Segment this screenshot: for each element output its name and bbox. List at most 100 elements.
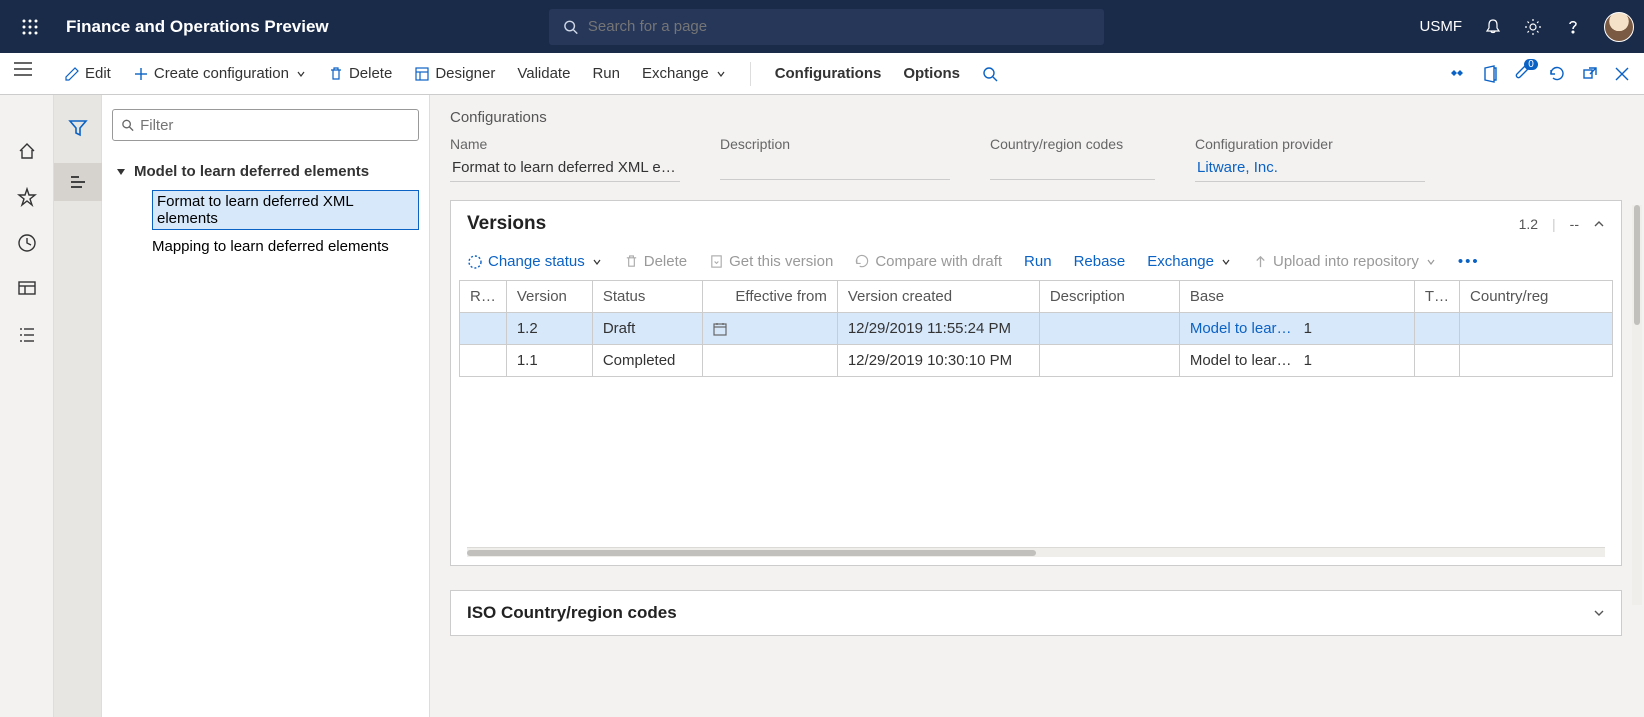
search-input[interactable] xyxy=(588,18,1090,35)
edit-button[interactable]: Edit xyxy=(60,61,115,86)
plus-icon xyxy=(133,66,149,82)
search-icon xyxy=(121,118,134,132)
tree-panel: Model to learn deferred elements Format … xyxy=(102,95,430,717)
filter-box[interactable] xyxy=(112,109,419,141)
filter-input[interactable] xyxy=(140,117,410,134)
left-nav-rail xyxy=(0,95,54,717)
run-button[interactable]: Run xyxy=(588,61,624,86)
close-icon xyxy=(1614,66,1630,82)
versions-grid: R… Version Status Effective from Version… xyxy=(459,280,1613,557)
entity-code[interactable]: USMF xyxy=(1420,18,1463,35)
run-version-label: Run xyxy=(1024,253,1052,270)
waffle-icon[interactable] xyxy=(10,18,50,36)
desc-value[interactable] xyxy=(720,156,950,180)
chevron-down-icon xyxy=(1221,257,1231,267)
compare-button: Compare with draft xyxy=(855,253,1002,270)
create-label: Create configuration xyxy=(154,65,289,82)
chevron-down-icon xyxy=(592,257,602,267)
more-tool-button[interactable]: ••• xyxy=(1458,253,1480,270)
popout-button[interactable] xyxy=(1582,66,1598,82)
action-right: 0 xyxy=(1448,65,1644,83)
delete-version-label: Delete xyxy=(644,253,687,270)
find-button[interactable] xyxy=(978,62,1002,86)
tree-root-label: Model to learn deferred elements xyxy=(134,163,369,180)
upload-icon xyxy=(1253,254,1268,269)
name-value[interactable]: Format to learn deferred XML el… xyxy=(450,156,680,182)
chevron-down-icon xyxy=(716,69,726,79)
cc-value[interactable] xyxy=(990,156,1155,180)
options-tab[interactable]: Options xyxy=(899,61,964,86)
expand-icon[interactable] xyxy=(1593,607,1605,619)
col-t[interactable]: T… xyxy=(1414,281,1459,313)
modules-icon[interactable] xyxy=(17,321,37,349)
onedrive-icon[interactable] xyxy=(1448,65,1466,83)
delete-label: Delete xyxy=(349,65,392,82)
run-version-button[interactable]: Run xyxy=(1024,253,1052,270)
list-view[interactable] xyxy=(54,163,102,201)
col-created[interactable]: Version created xyxy=(837,281,1039,313)
col-status[interactable]: Status xyxy=(592,281,702,313)
exchange-button[interactable]: Exchange xyxy=(638,61,730,86)
versions-card: Versions 1.2 | -- Change status xyxy=(450,200,1622,566)
col-description[interactable]: Description xyxy=(1039,281,1179,313)
search-icon xyxy=(563,19,578,35)
refresh-button[interactable] xyxy=(1548,65,1566,83)
home-icon[interactable] xyxy=(17,137,37,165)
versions-page-indicator: 1.2 xyxy=(1519,216,1538,232)
options-label: Options xyxy=(903,65,960,82)
close-button[interactable] xyxy=(1614,66,1630,82)
tree-child-mapping[interactable]: Mapping to learn deferred elements xyxy=(112,238,419,255)
table-row[interactable]: 1.2Draft12/29/2019 11:55:24 PMModel to l… xyxy=(460,313,1613,345)
app-title: Finance and Operations Preview xyxy=(66,17,329,37)
validate-button[interactable]: Validate xyxy=(513,61,574,86)
change-status-button[interactable]: Change status xyxy=(467,253,602,270)
table-row[interactable]: 1.1Completed12/29/2019 10:30:10 PMModel … xyxy=(460,345,1613,377)
caret-down-icon xyxy=(116,167,126,177)
grid-hscrollbar[interactable] xyxy=(467,547,1605,557)
chevron-down-icon xyxy=(1426,257,1436,267)
configurations-label: Configurations xyxy=(775,65,882,82)
iso-card: ISO Country/region codes xyxy=(450,590,1622,636)
search-icon xyxy=(982,66,998,82)
col-base[interactable]: Base xyxy=(1179,281,1414,313)
prov-value[interactable]: Litware, Inc. xyxy=(1195,156,1425,182)
col-version[interactable]: Version xyxy=(506,281,592,313)
header-right: USMF xyxy=(1420,12,1635,42)
tree-child-format[interactable]: Format to learn deferred XML elements xyxy=(112,190,419,230)
versions-title: Versions xyxy=(467,213,546,235)
edit-label: Edit xyxy=(85,65,111,82)
breadcrumb: Configurations xyxy=(450,109,1622,126)
delete-config-button[interactable]: Delete xyxy=(324,61,396,86)
attach-badge: 0 xyxy=(1524,59,1538,70)
search-bar[interactable] xyxy=(549,9,1104,45)
exchange-version-button[interactable]: Exchange xyxy=(1147,253,1231,270)
create-config-button[interactable]: Create configuration xyxy=(129,61,310,86)
recent-icon[interactable] xyxy=(17,229,37,257)
bell-icon[interactable] xyxy=(1484,18,1502,36)
tree-child-label: Format to learn deferred XML elements xyxy=(152,190,419,230)
workspaces-icon[interactable] xyxy=(17,275,37,303)
office-icon[interactable] xyxy=(1482,65,1498,83)
rebase-button[interactable]: Rebase xyxy=(1074,253,1126,270)
collapse-icon[interactable] xyxy=(1593,218,1605,230)
designer-icon xyxy=(414,66,430,82)
tree-root[interactable]: Model to learn deferred elements xyxy=(112,157,419,186)
iso-title: ISO Country/region codes xyxy=(467,603,677,623)
help-icon[interactable] xyxy=(1564,18,1582,36)
hamburger-icon[interactable] xyxy=(12,60,34,78)
config-fields: Name Format to learn deferred XML el… De… xyxy=(450,136,1622,182)
separator xyxy=(750,62,751,86)
col-r[interactable]: R… xyxy=(460,281,507,313)
attachments-button[interactable]: 0 xyxy=(1514,65,1532,83)
main-vscrollbar[interactable] xyxy=(1632,205,1642,605)
user-avatar[interactable] xyxy=(1604,12,1634,42)
favorites-icon[interactable] xyxy=(17,183,37,211)
gear-icon[interactable] xyxy=(1524,18,1542,36)
filter-view[interactable] xyxy=(54,109,102,147)
col-effective[interactable]: Effective from xyxy=(702,281,837,313)
exchange-label: Exchange xyxy=(642,65,709,82)
cc-label: Country/region codes xyxy=(990,136,1155,152)
configurations-tab[interactable]: Configurations xyxy=(771,61,886,86)
col-country[interactable]: Country/reg xyxy=(1460,281,1613,313)
designer-button[interactable]: Designer xyxy=(410,61,499,86)
